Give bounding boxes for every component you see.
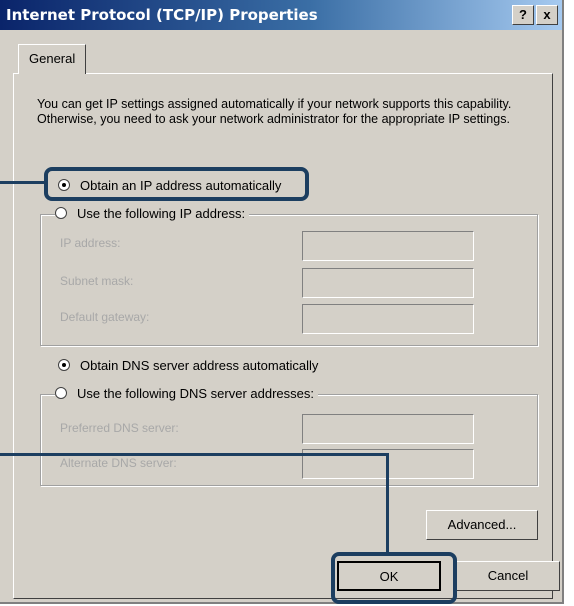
cancel-button[interactable]: Cancel	[456, 561, 560, 591]
ok-callout-line-horizontal	[0, 453, 389, 456]
obtain-dns-auto-label: Obtain DNS server address automatically	[80, 357, 319, 373]
description-text: You can get IP settings assigned automat…	[37, 97, 512, 126]
default-gateway-label: Default gateway:	[60, 310, 150, 324]
use-following-dns-radio[interactable]	[55, 387, 67, 399]
default-gateway-field	[302, 304, 474, 334]
advanced-button[interactable]: Advanced...	[426, 510, 538, 540]
obtain-ip-highlight	[44, 167, 309, 201]
use-following-ip-radio[interactable]	[55, 207, 67, 219]
tab-general[interactable]: General	[18, 44, 87, 74]
preferred-dns-field	[302, 414, 474, 444]
subnet-mask-field	[302, 268, 474, 298]
tcpip-properties-dialog: Internet Protocol (TCP/IP) Properties ? …	[0, 0, 564, 604]
preferred-dns-label: Preferred DNS server:	[60, 421, 179, 435]
use-following-ip-option[interactable]: Use the following IP address:	[55, 203, 250, 223]
ok-callout-line-vertical	[386, 453, 389, 554]
use-following-ip-label: Use the following IP address:	[77, 205, 246, 221]
title-bar[interactable]: Internet Protocol (TCP/IP) Properties ? …	[0, 0, 562, 30]
obtain-ip-callout-line	[0, 181, 46, 184]
obtain-dns-auto-radio[interactable]	[58, 359, 70, 371]
use-following-dns-option[interactable]: Use the following DNS server addresses:	[55, 383, 318, 403]
help-button[interactable]: ?	[512, 5, 534, 25]
ip-address-label: IP address:	[60, 236, 121, 250]
subnet-mask-label: Subnet mask:	[60, 274, 134, 288]
close-button[interactable]: x	[536, 5, 558, 25]
ok-button-highlight	[331, 552, 457, 604]
ip-address-field	[302, 231, 474, 261]
obtain-dns-auto-option[interactable]: Obtain DNS server address automatically	[58, 355, 318, 375]
alternate-dns-label: Alternate DNS server:	[60, 456, 177, 470]
window-title: Internet Protocol (TCP/IP) Properties	[6, 6, 318, 24]
use-following-dns-label: Use the following DNS server addresses:	[77, 385, 314, 401]
